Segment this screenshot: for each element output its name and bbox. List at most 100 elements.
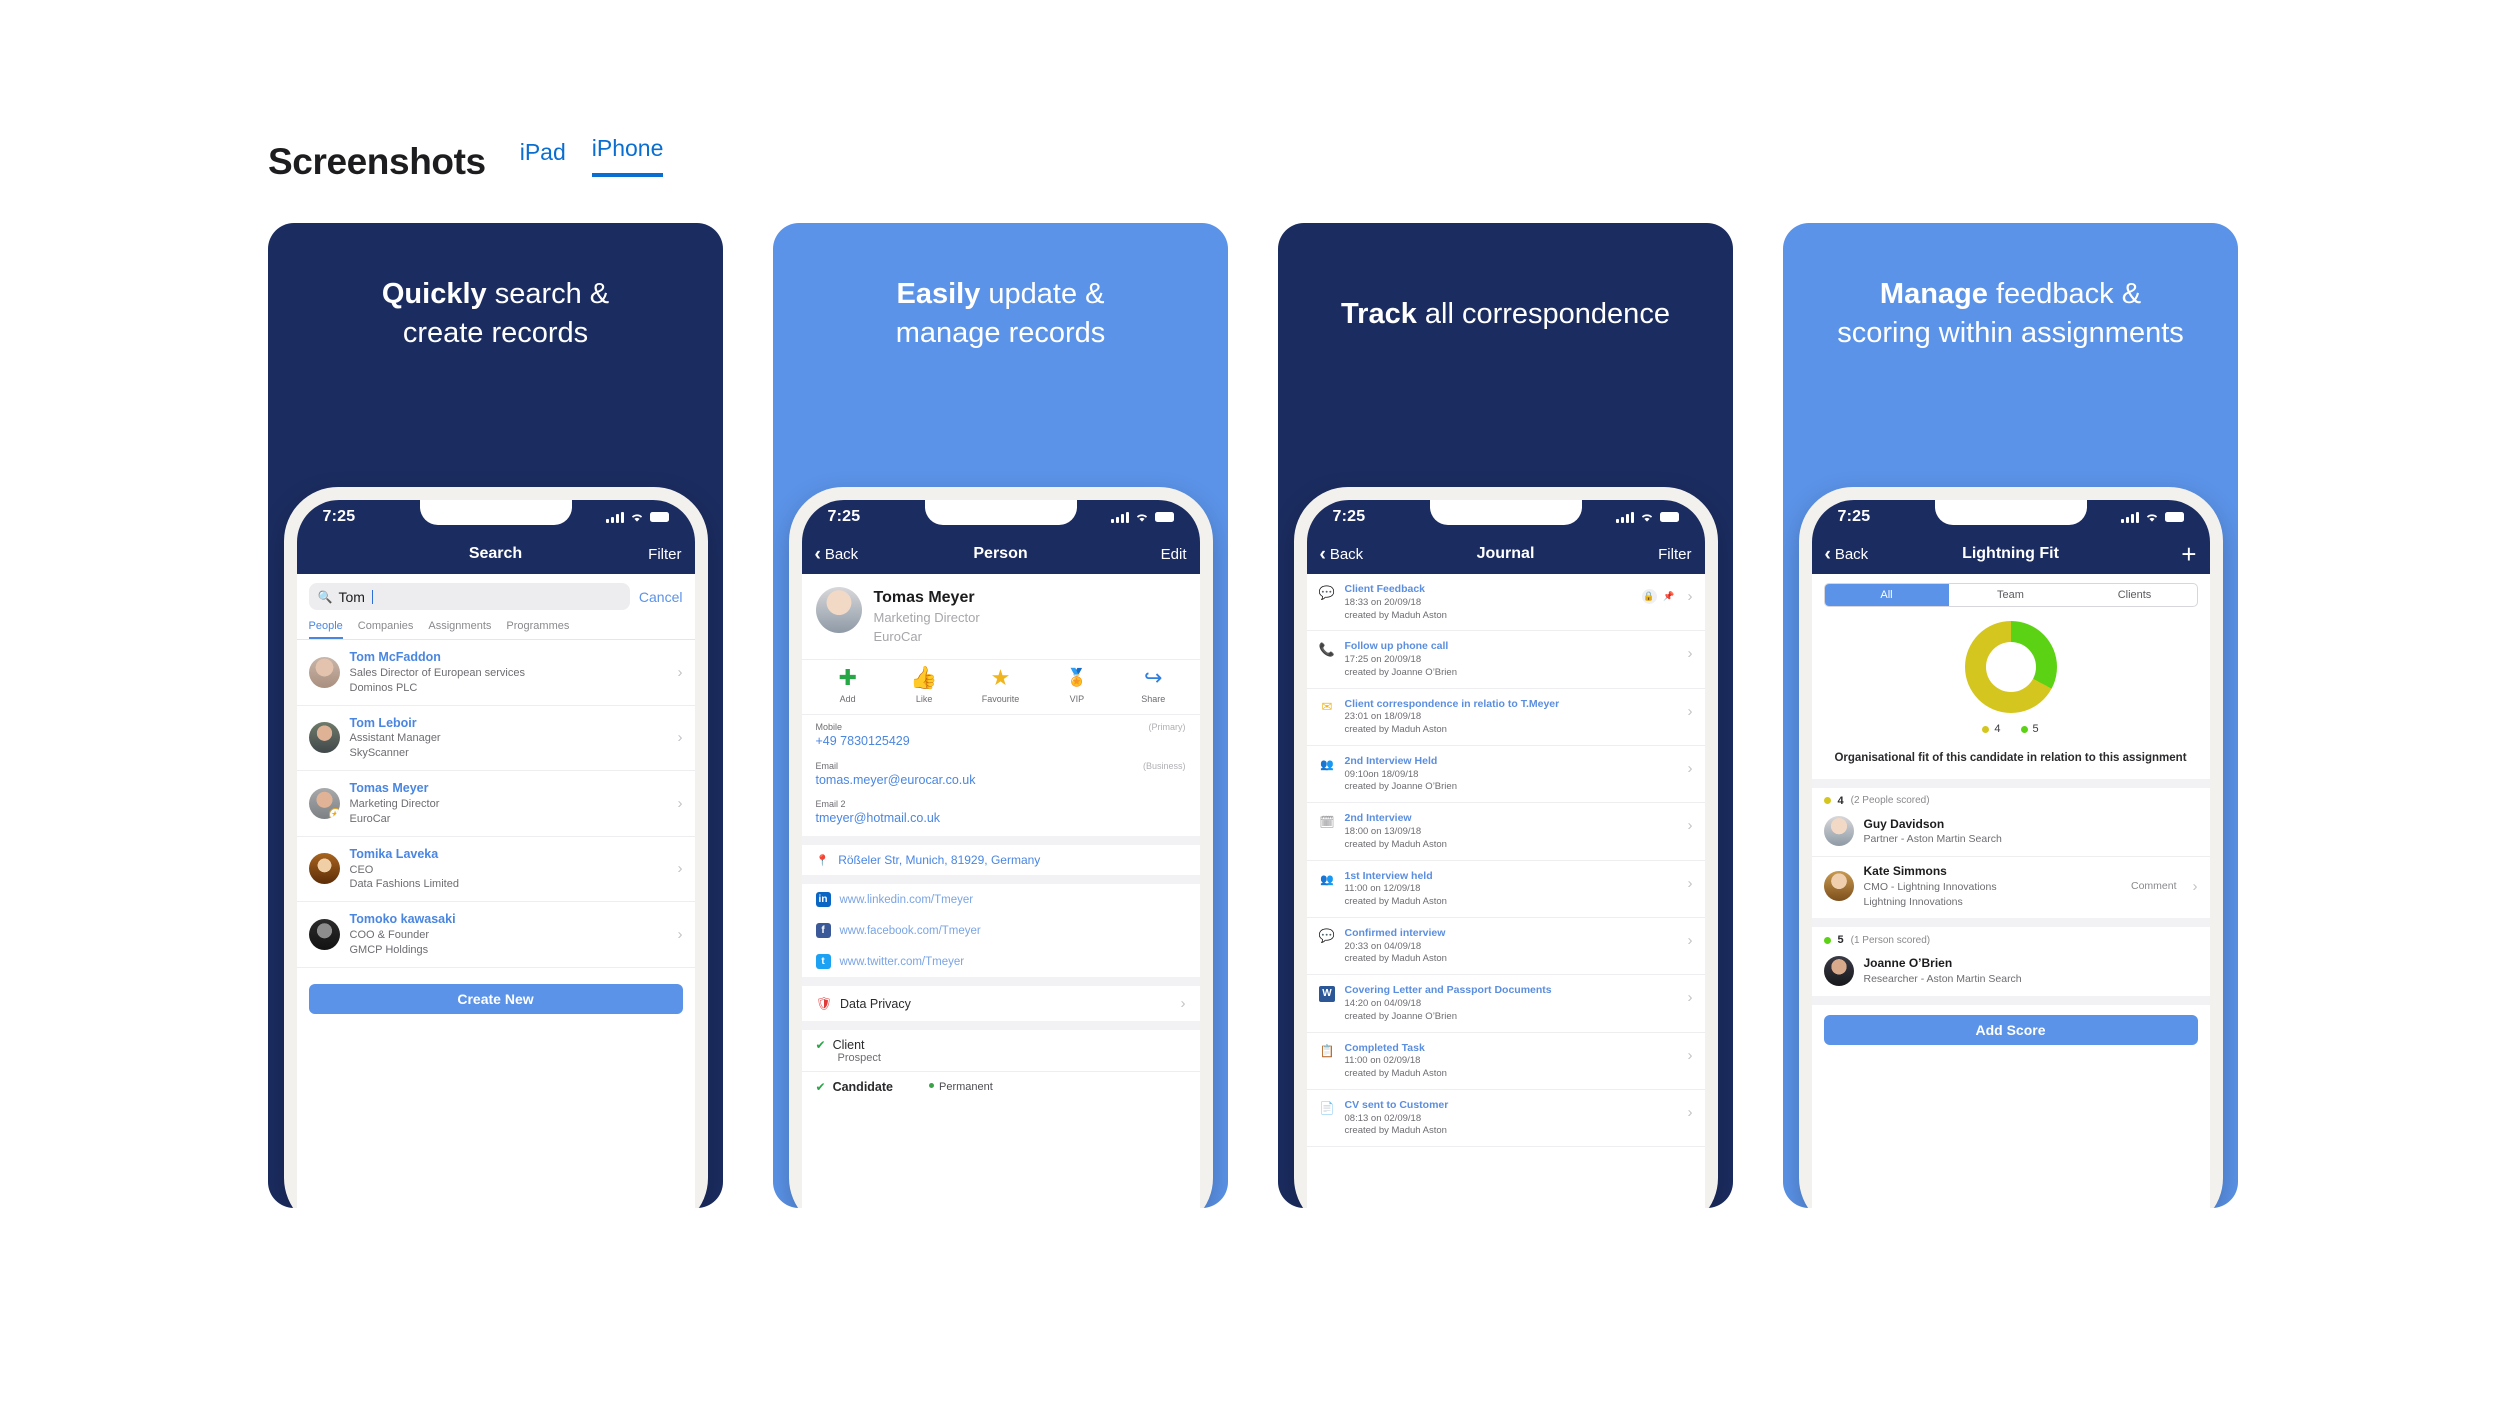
- journal-entry-author: created by Maduh Aston: [1344, 953, 1447, 965]
- chevron-right-icon: ›: [1687, 931, 1693, 949]
- action-share[interactable]: ↪ Share: [1126, 666, 1180, 704]
- client-row[interactable]: ✔ Client Prospect: [802, 1030, 1200, 1071]
- action-favourite-label: Favourite: [981, 693, 1020, 704]
- journal-entry[interactable]: 👥 2nd Interview Held 09:10on 18/09/18 cr…: [1306, 746, 1705, 804]
- action-add[interactable]: ✚ Add: [821, 666, 875, 704]
- journal-entry[interactable]: 💬 Client Feedback 18:33 on 20/09/18 crea…: [1306, 574, 1705, 632]
- card-person: Easily update & manage records 7:25 ‹ Ba…: [773, 223, 1228, 1208]
- journal-entry[interactable]: 🗓 2nd Interview 18:00 on 13/09/18 create…: [1306, 803, 1705, 861]
- segment-all[interactable]: All: [1824, 584, 1949, 606]
- legend-item-5: 5: [2020, 723, 2039, 735]
- data-privacy-row[interactable]: 🛡 Data Privacy ›: [802, 986, 1200, 1021]
- clipboard-check-icon: 📋: [1319, 1044, 1335, 1058]
- chevron-right-icon: ›: [1687, 702, 1693, 720]
- tab-assignments[interactable]: Assignments: [428, 616, 491, 639]
- wifi-icon: [1136, 513, 1147, 522]
- candidate-row[interactable]: ✔ Candidate Permanent: [801, 1071, 1200, 1102]
- journal-entry-text: Completed Task 11:00 on 02/09/18 created…: [1345, 1041, 1673, 1081]
- fit-add-button[interactable]: +: [2134, 541, 2196, 567]
- journal-entry[interactable]: 📄 CV sent to Customer 08:13 on 02/09/18 …: [1306, 1090, 1705, 1148]
- list-item[interactable]: Tomika Laveka CEO Data Fashions Limited …: [296, 837, 695, 903]
- journal-entry-title: Confirmed interview: [1344, 926, 1446, 939]
- field-mobile[interactable]: Mobile (Primary) +49 7830125429: [802, 715, 1200, 754]
- list-item[interactable]: Tom McFaddon Sales Director of European …: [296, 640, 695, 706]
- chevron-right-icon: ›: [1687, 817, 1693, 835]
- journal-filter-button[interactable]: Filter: [1629, 546, 1691, 563]
- social-twitter[interactable]: t www.twitter.com/Tmeyer: [802, 946, 1200, 977]
- journal-entry[interactable]: 📞 Follow up phone call 17:25 on 20/09/18…: [1306, 631, 1705, 689]
- field-email[interactable]: Email (Business) tomas.meyer@eurocar.co.…: [802, 754, 1200, 793]
- score-person-row[interactable]: Kate Simmons CMO - Lightning Innovations…: [1811, 856, 2210, 918]
- journal-entry[interactable]: W Covering Letter and Passport Documents…: [1306, 975, 1705, 1033]
- journal-back-button[interactable]: ‹ Back: [1320, 545, 1382, 564]
- action-like[interactable]: 👍 Like: [897, 666, 951, 704]
- action-vip[interactable]: 🏅 VIP: [1050, 666, 1104, 704]
- chevron-right-icon: ›: [1687, 759, 1693, 777]
- person-name: Tomoko kawasaki: [349, 912, 456, 927]
- calendar-icon: 🗓: [1319, 814, 1335, 829]
- share-icon: ↪: [1144, 664, 1163, 690]
- chat-icon: 💬: [1318, 584, 1336, 600]
- journal-entry-time: 14:20 on 04/09/18: [1344, 997, 1422, 1009]
- journal-entry[interactable]: 👥 1st Interview held 11:00 on 12/09/18 c…: [1306, 861, 1705, 918]
- person-back-button[interactable]: ‹ Back: [815, 545, 877, 564]
- journal-nav-title: Journal: [1476, 545, 1535, 562]
- segment-team[interactable]: Team: [1949, 584, 2073, 606]
- chevron-right-icon: ›: [1687, 874, 1693, 892]
- fit-back-button[interactable]: ‹ Back: [1825, 545, 1887, 564]
- tab-people[interactable]: People: [308, 616, 343, 639]
- chevron-left-icon: ‹: [814, 543, 821, 565]
- social-facebook[interactable]: f www.facebook.com/Tmeyer: [802, 915, 1200, 946]
- journal-entry-text: 2nd Interview 18:00 on 13/09/18 created …: [1345, 811, 1673, 851]
- score-person-row[interactable]: Joanne O’Brien Researcher - Aston Martin…: [1812, 949, 2210, 995]
- card-fit-title-rest: feedback &: [1987, 278, 2142, 310]
- fit-caption: Organisational fit of this candidate in …: [1834, 752, 2187, 764]
- chevron-right-icon: ›: [1687, 588, 1693, 605]
- person-name: Tomas Meyer: [873, 589, 975, 606]
- search-cancel-button[interactable]: Cancel: [639, 589, 683, 605]
- list-item[interactable]: ★ Tomas Meyer Marketing Director EuroCar…: [296, 771, 695, 837]
- tab-companies[interactable]: Companies: [358, 616, 414, 639]
- address-row[interactable]: 📍 Rößeler Str, Munich, 81929, Germany: [802, 845, 1200, 875]
- journal-entry[interactable]: 📋 Completed Task 11:00 on 02/09/18 creat…: [1306, 1033, 1705, 1090]
- signal-icon: [1110, 511, 1129, 523]
- person-edit-button[interactable]: Edit: [1125, 546, 1187, 563]
- search-input[interactable]: 🔍 Tom: [308, 583, 630, 610]
- segment-clients[interactable]: Clients: [2073, 584, 2197, 606]
- score-person-company: Lightning Innovations: [1863, 895, 1963, 908]
- search-filter-button[interactable]: Filter: [620, 546, 681, 563]
- list-item[interactable]: Tom Leboir Assistant Manager SkyScanner …: [296, 706, 695, 772]
- journal-entry-text: Follow up phone call 17:25 on 20/09/18 c…: [1345, 639, 1673, 679]
- shield-icon: 🛡: [815, 995, 833, 1011]
- add-score-button[interactable]: Add Score: [1823, 1014, 2198, 1045]
- list-item-info: Tom McFaddon Sales Director of European …: [350, 649, 662, 696]
- social-linkedin[interactable]: in www.linkedin.com/Tmeyer: [802, 884, 1200, 915]
- comments-icon: 💬: [1318, 928, 1336, 944]
- tab-ipad[interactable]: iPad: [520, 138, 566, 177]
- donut-chart-hole: [1985, 642, 2036, 692]
- legend-dot-yellow-icon: [1982, 725, 1990, 733]
- screen-fit: 7:25 ‹ Back Lightning Fit + All Team Cli…: [1811, 500, 2210, 1208]
- action-favourite[interactable]: ★ Favourite: [973, 666, 1027, 704]
- journal-navwrap: 7:25 ‹ Back Journal Filter: [1306, 500, 1705, 574]
- person-role: CEO: [349, 863, 374, 876]
- journal-entry[interactable]: 💬 Confirmed interview 20:33 on 04/09/18 …: [1306, 918, 1705, 976]
- chevron-right-icon: ›: [1687, 645, 1693, 663]
- list-item[interactable]: Tomoko kawasaki COO & Founder GMCP Holdi…: [296, 902, 695, 968]
- person-role: COO & Founder: [349, 929, 429, 942]
- linkedin-url: www.linkedin.com/Tmeyer: [839, 893, 974, 906]
- field-email2[interactable]: Email 2 tmeyer@hotmail.co.uk: [802, 792, 1200, 836]
- journal-entry-title: Client Feedback: [1344, 583, 1426, 595]
- journal-entry-author: created by Maduh Aston: [1344, 896, 1447, 908]
- score-person-row[interactable]: Guy Davidson Partner - Aston Martin Sear…: [1812, 810, 2210, 856]
- tab-iphone[interactable]: iPhone: [591, 134, 664, 177]
- comment-link[interactable]: Comment: [2131, 880, 2177, 892]
- wifi-icon: [2146, 513, 2157, 522]
- score-count: (2 People scored): [1850, 795, 1930, 807]
- journal-entry[interactable]: ✉ Client correspondence in relatio to T.…: [1306, 689, 1705, 746]
- pin-icon: 📌: [1663, 591, 1675, 601]
- create-new-button[interactable]: Create New: [308, 983, 683, 1014]
- status-bar: 7:25: [1307, 500, 1705, 534]
- fit-navbar: ‹ Back Lightning Fit +: [1812, 534, 2210, 574]
- tab-programmes[interactable]: Programmes: [506, 616, 569, 639]
